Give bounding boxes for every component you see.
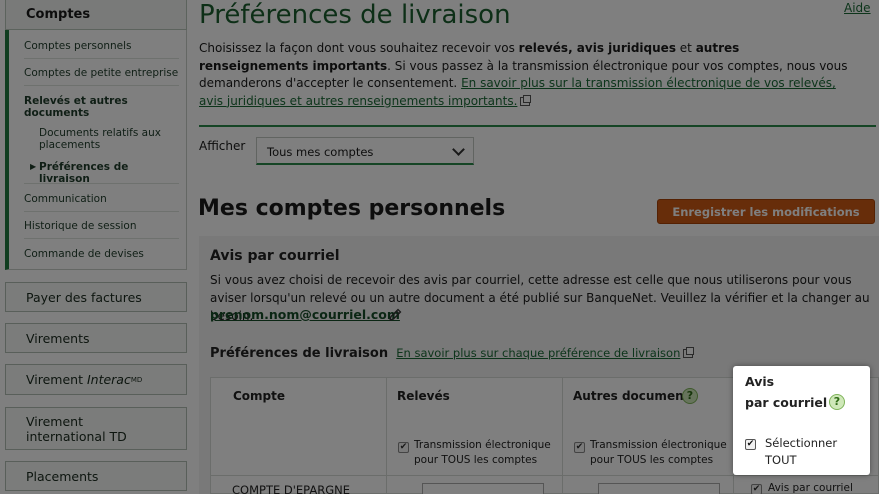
delivery-preferences-heading: Préférences de livraison [210, 346, 389, 361]
intro-part: Choisissez la façon dont vous souhaitez … [199, 41, 519, 55]
filter-label: Afficher [199, 139, 246, 153]
other-docs-select[interactable] [598, 483, 720, 494]
statements-bulk-label: Transmission électronique pour TOUS les … [414, 439, 551, 466]
sidebar-divider [24, 58, 179, 59]
sidebar-divider [24, 183, 179, 184]
sidebar-item-petite-entreprise[interactable]: Comptes de petite entreprise [24, 67, 179, 79]
pencil-edit-icon[interactable] [388, 308, 402, 322]
sidebar-item-comptes-personnels[interactable]: Comptes personnels [24, 40, 179, 52]
row-email-notice-label: Avis par courriel [768, 482, 853, 494]
sidebar-header-label: Comptes [26, 7, 91, 22]
sidebar-item-preferences-livraison[interactable]: ▶ Préférences de livraison [30, 161, 179, 185]
row-divider [211, 475, 879, 476]
section-title: Mes comptes personnels [198, 196, 506, 221]
page-title: Préférences de livraison [199, 0, 511, 30]
sidebar-item-releves[interactable]: Relevés et autres documents [24, 95, 179, 119]
delivery-preferences-info-link[interactable]: En savoir plus sur chaque préférence de … [396, 346, 680, 360]
sidebar-divider [24, 85, 179, 86]
external-window-icon [520, 94, 532, 106]
account-name: COMPTE D'EPARGNE [232, 483, 351, 494]
sidebar-divider [24, 211, 179, 212]
account-filter-value: Tous mes comptes [267, 145, 374, 159]
statements-bulk-checkbox[interactable]: ✔ [398, 442, 409, 453]
highlighted-email-notice-column: Avis par courriel ? ✔ Sélectionner TOUT [733, 366, 870, 475]
delivery-preferences-row: Préférences de livraison En savoir plus … [210, 346, 695, 361]
email-address[interactable]: prenom.nom@courriel.com [210, 307, 400, 322]
column-header-email-notice: Avis [745, 374, 775, 389]
column-header-other-docs: Autres documents [573, 389, 697, 403]
sidebar-item-devises[interactable]: Commande de devises [24, 248, 179, 260]
column-divider [562, 378, 563, 494]
sidebar-item-label: Préférences de livraison [39, 161, 129, 185]
sidebar: Comptes Comptes personnels Comptes de pe… [0, 0, 190, 494]
menu-label-brand: Interac [86, 372, 131, 387]
help-question-icon[interactable]: ? [829, 394, 845, 410]
menu-placements[interactable]: Placements [5, 461, 187, 491]
sidebar-item-historique[interactable]: Historique de session [24, 220, 179, 232]
help-question-icon[interactable]: ? [682, 388, 698, 404]
select-all-label: Sélectionner TOUT [765, 436, 838, 467]
menu-payer-factures[interactable]: Payer des factures [5, 282, 187, 312]
sidebar-divider [24, 238, 179, 239]
sidebar-item-communication[interactable]: Communication [24, 193, 179, 205]
external-window-icon [683, 347, 695, 358]
other-docs-bulk-checkbox[interactable]: ✔ [574, 442, 585, 453]
column-divider [386, 378, 387, 494]
save-changes-button[interactable]: Enregistrer les modifications [657, 199, 875, 224]
row-email-notice-checkbox[interactable]: ✔ [751, 484, 762, 494]
active-arrow-icon: ▶ [30, 162, 37, 171]
select-all-checkbox[interactable]: ✔ [745, 439, 756, 450]
sidebar-header-comptes[interactable]: Comptes [5, 0, 187, 30]
chevron-down-icon [452, 143, 465, 156]
help-link[interactable]: Aide [844, 1, 871, 15]
other-docs-bulk-label: Transmission électronique pour TOUS les … [590, 439, 727, 466]
column-header-email-notice-line2: par courriel [745, 395, 828, 410]
statements-select[interactable] [422, 483, 544, 494]
menu-virement-international[interactable]: Virement international TD [5, 407, 187, 450]
intro-text: Choisissez la façon dont vous souhaitez … [199, 40, 849, 110]
column-header-statements: Relevés [397, 389, 450, 403]
menu-virements[interactable]: Virements [5, 323, 187, 353]
column-header-account: Compte [233, 389, 286, 403]
email-notice-title: Avis par courriel [210, 248, 340, 264]
header-divider [199, 125, 876, 127]
menu-label-prefix: Virement [26, 372, 87, 387]
account-filter-select[interactable]: Tous mes comptes [256, 137, 474, 165]
menu-virement-interac[interactable]: Virement Interac MD [5, 364, 187, 395]
sidebar-submenu: Comptes personnels Comptes de petite ent… [5, 30, 187, 270]
sidebar-item-documents-placements[interactable]: Documents relatifs aux placements [39, 127, 179, 151]
menu-label-trademark: MD [130, 375, 143, 384]
intro-part: et [675, 41, 696, 55]
intro-bold-statements: relevés, avis juridiques [518, 41, 676, 55]
